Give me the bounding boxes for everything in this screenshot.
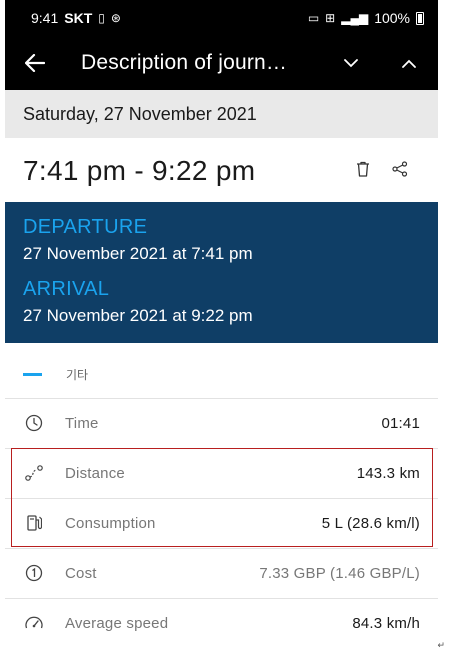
wifi-icon: ⊞: [325, 11, 336, 25]
arrival-value: 27 November 2021 at 9:22 pm: [23, 306, 253, 325]
share-button[interactable]: [392, 160, 408, 182]
stat-label: Distance: [65, 464, 125, 482]
nfc-icon: ▭: [307, 11, 320, 25]
notification-icon: ⊛: [110, 11, 121, 25]
chevron-up-icon: [402, 59, 416, 68]
previous-journey-button[interactable]: [380, 36, 438, 90]
departure-label: DEPARTURE: [23, 216, 148, 238]
stat-row-time: Time 01:41: [5, 398, 438, 447]
status-bar: 9:41 SKT ▯ ⊛ ▭ ⊞ ▂▄▆ 100%: [5, 0, 438, 36]
stat-label: Average speed: [65, 614, 169, 632]
stat-value: 84.3 km/h: [352, 614, 420, 632]
fuel-pump-icon: [23, 512, 45, 534]
coin-icon: [23, 562, 45, 584]
page-title: Description of journ…: [81, 51, 288, 74]
app-bar: Description of journ…: [5, 36, 438, 90]
category-row[interactable]: 기타: [5, 350, 438, 398]
back-button[interactable]: [5, 36, 65, 90]
arrival-label: ARRIVAL: [23, 278, 110, 300]
stat-value: 7.33 GBP (1.46 GBP/L): [259, 564, 420, 582]
stat-value: 143.3 km: [356, 464, 420, 482]
phone-icon: ▯: [98, 11, 105, 25]
time-range-row: 7:41 pm - 9:22 pm: [5, 140, 438, 202]
route-icon: [23, 462, 45, 484]
delete-button[interactable]: [356, 161, 370, 182]
category-label: 기타: [66, 367, 89, 382]
next-journey-button[interactable]: [322, 36, 380, 90]
stat-row-cost: Cost 7.33 GBP (1.46 GBP/L): [5, 548, 438, 597]
stat-label: Time: [65, 414, 99, 432]
stat-value: 5 L (28.6 km/l): [321, 514, 420, 532]
journey-summary-panel: DEPARTURE 27 November 2021 at 7:41 pm AR…: [5, 202, 438, 343]
signal-icon: ▂▄▆: [341, 11, 369, 25]
stat-value: 01:41: [381, 414, 420, 432]
return-mark: ↵: [437, 640, 445, 650]
stat-label: Consumption: [65, 514, 156, 532]
battery-percent: 100%: [374, 10, 410, 26]
chevron-down-icon: [344, 58, 358, 67]
arrow-left-icon: [25, 54, 45, 72]
stat-row-distance: Distance 143.3 km: [5, 448, 438, 497]
status-carrier: SKT: [64, 10, 93, 26]
category-color-indicator: [23, 372, 42, 376]
departure-value: 27 November 2021 at 7:41 pm: [23, 244, 253, 263]
journey-date: Saturday, 27 November 2021: [5, 90, 438, 138]
status-time: 9:41: [31, 10, 59, 26]
speedometer-icon: [23, 612, 45, 634]
app-screen: 9:41 SKT ▯ ⊛ ▭ ⊞ ▂▄▆ 100% Description of…: [5, 0, 438, 653]
stat-label: Cost: [65, 564, 97, 582]
battery-icon: [416, 11, 424, 25]
stat-row-consumption: Consumption 5 L (28.6 km/l): [5, 498, 438, 547]
stat-row-average-speed: Average speed 84.3 km/h: [5, 598, 438, 647]
trash-icon: [357, 161, 369, 177]
share-icon: [392, 160, 408, 177]
time-range: 7:41 pm - 9:22 pm: [23, 155, 256, 186]
clock-icon: [23, 412, 45, 434]
